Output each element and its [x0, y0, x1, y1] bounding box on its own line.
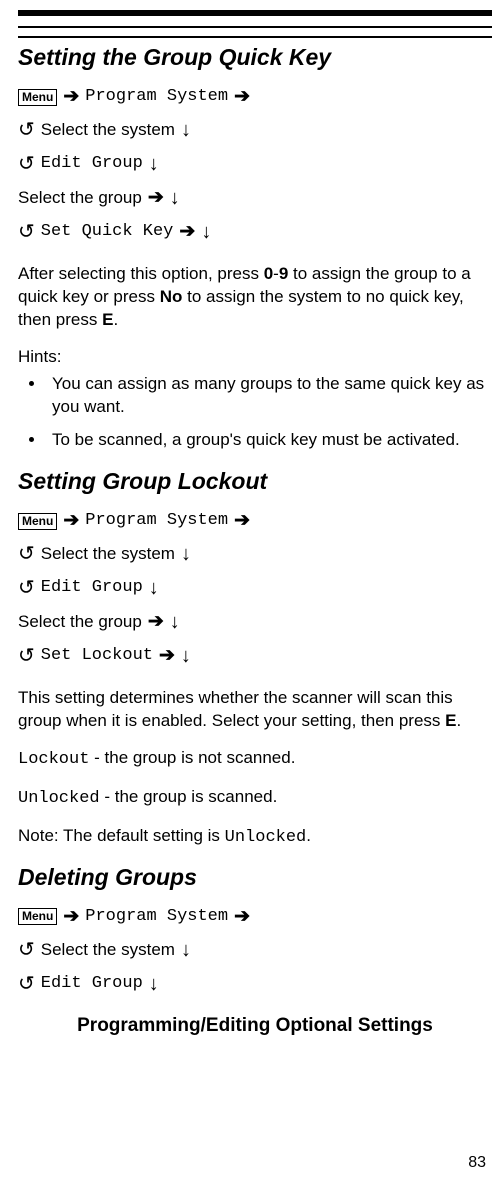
- arrow-right-icon: ➔: [63, 901, 79, 933]
- heading-set-lockout: Setting Group Lockout: [18, 468, 492, 495]
- hints-list: You can assign as many groups to the sam…: [18, 373, 492, 452]
- step-edit-group: Edit Group: [41, 150, 143, 179]
- arrow-down-icon: ↓: [149, 147, 159, 181]
- step-program-system: Program System: [85, 83, 228, 112]
- step-edit-group: Edit Group: [41, 970, 143, 999]
- para-unlocked-option: Unlocked - the group is scanned.: [18, 786, 492, 811]
- document-page: Setting the Group Quick Key Menu ➔ Progr…: [0, 0, 504, 1180]
- step-set-quick-key: Set Quick Key: [41, 218, 174, 247]
- step-select-group: Select the group: [18, 184, 142, 213]
- heading-set-quick-key: Setting the Group Quick Key: [18, 36, 492, 71]
- menu-key-icon: Menu: [18, 89, 57, 106]
- step-program-system: Program System: [85, 903, 228, 932]
- rotate-icon: ↺: [18, 113, 35, 147]
- arrow-down-icon: ↓: [170, 605, 180, 639]
- arrow-down-icon: ↓: [149, 967, 159, 1001]
- arrow-down-icon: ↓: [181, 639, 191, 673]
- rotate-icon: ↺: [18, 537, 35, 571]
- step-select-system: Select the system: [41, 540, 175, 569]
- page-number: 83: [468, 1154, 486, 1172]
- arrow-down-icon: ↓: [149, 571, 159, 605]
- step-select-system: Select the system: [41, 116, 175, 145]
- arrow-right-icon: ➔: [63, 81, 79, 113]
- top-rule-thin: [18, 26, 492, 28]
- arrow-right-icon: ➔: [234, 505, 250, 537]
- para-quick-key-instruction: After selecting this option, press 0-9 t…: [18, 263, 492, 332]
- step-program-system: Program System: [85, 507, 228, 536]
- step-set-lockout: Set Lockout: [41, 642, 153, 671]
- rotate-icon: ↺: [18, 571, 35, 605]
- para-lockout-description: This setting determines whether the scan…: [18, 687, 492, 733]
- arrow-down-icon: ↓: [181, 113, 191, 147]
- arrow-down-icon: ↓: [201, 215, 211, 249]
- menu-key-icon: Menu: [18, 908, 57, 925]
- arrow-right-icon: ➔: [159, 640, 175, 672]
- nav-sequence-quick-key: Menu ➔ Program System ➔ ↺ Select the sys…: [18, 81, 492, 249]
- rotate-icon: ↺: [18, 147, 35, 181]
- para-default-note: Note: The default setting is Unlocked.: [18, 825, 492, 850]
- arrow-right-icon: ➔: [148, 606, 164, 638]
- arrow-right-icon: ➔: [63, 505, 79, 537]
- step-select-group: Select the group: [18, 608, 142, 637]
- nav-sequence-lockout: Menu ➔ Program System ➔ ↺ Select the sys…: [18, 505, 492, 673]
- heading-deleting-groups: Deleting Groups: [18, 864, 492, 891]
- rotate-icon: ↺: [18, 215, 35, 249]
- rotate-icon: ↺: [18, 639, 35, 673]
- arrow-down-icon: ↓: [181, 537, 191, 571]
- arrow-right-icon: ➔: [234, 81, 250, 113]
- arrow-right-icon: ➔: [234, 901, 250, 933]
- arrow-down-icon: ↓: [170, 181, 180, 215]
- hint-item: To be scanned, a group's quick key must …: [46, 429, 492, 452]
- footer-chapter-title: Programming/Editing Optional Settings: [18, 1015, 492, 1037]
- nav-sequence-deleting: Menu ➔ Program System ➔ ↺ Select the sys…: [18, 901, 492, 1001]
- arrow-down-icon: ↓: [181, 933, 191, 967]
- arrow-right-icon: ➔: [148, 182, 164, 214]
- menu-key-icon: Menu: [18, 513, 57, 530]
- rotate-icon: ↺: [18, 933, 35, 967]
- hint-item: You can assign as many groups to the sam…: [46, 373, 492, 419]
- step-select-system: Select the system: [41, 936, 175, 965]
- para-lockout-option: Lockout - the group is not scanned.: [18, 747, 492, 772]
- step-edit-group: Edit Group: [41, 574, 143, 603]
- rotate-icon: ↺: [18, 967, 35, 1001]
- hints-label: Hints:: [18, 346, 492, 369]
- top-rule-thick: [18, 10, 492, 16]
- arrow-right-icon: ➔: [179, 216, 195, 248]
